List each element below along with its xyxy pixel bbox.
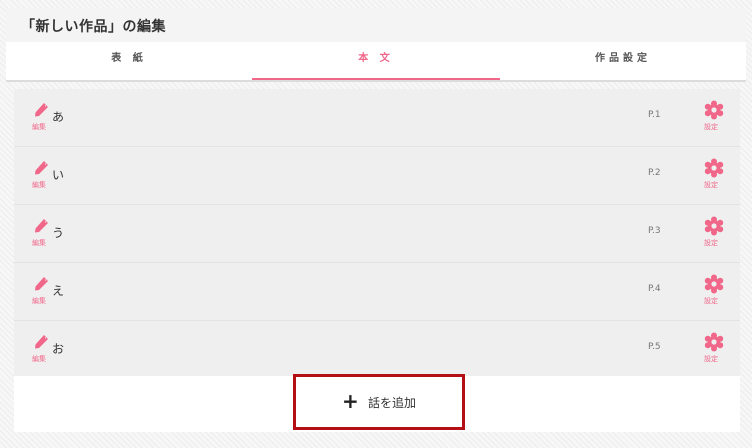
settings-label: 設定 xyxy=(704,123,718,131)
pencil-icon xyxy=(35,277,48,291)
gear-icon xyxy=(704,332,724,352)
page-title: 「新しい作品」の編集 xyxy=(21,19,166,35)
edit-button[interactable]: 編集 xyxy=(31,334,51,364)
gear-icon xyxy=(704,100,724,120)
settings-label: 設定 xyxy=(704,181,718,189)
episode-row: 編集 あ P.1 設定 xyxy=(14,89,740,147)
settings-button[interactable]: 設定 xyxy=(701,332,725,366)
episode-page-number: P.2 xyxy=(648,168,661,178)
episode-list: 編集 あ P.1 設定 編集 い P.2 設定 編集 う P.3 設定 編集 え… xyxy=(14,89,740,379)
settings-button[interactable]: 設定 xyxy=(701,216,725,250)
episode-row: 編集 お P.5 設定 xyxy=(14,321,740,379)
pencil-icon xyxy=(35,161,48,175)
gear-icon xyxy=(704,274,724,294)
settings-label: 設定 xyxy=(704,297,718,305)
add-episode-label: 話を追加 xyxy=(368,396,417,410)
add-episode-button[interactable]: + 話を追加 xyxy=(293,374,465,430)
settings-label: 設定 xyxy=(704,355,718,363)
episode-title[interactable]: う xyxy=(52,224,64,241)
episode-page-number: P.1 xyxy=(648,110,661,120)
tab-bar: 表 紙 本 文 作品設定 xyxy=(6,42,746,82)
episode-title[interactable]: お xyxy=(52,340,64,357)
pencil-icon xyxy=(35,335,48,349)
pencil-icon xyxy=(35,103,48,117)
episode-title[interactable]: い xyxy=(52,166,64,183)
edit-button[interactable]: 編集 xyxy=(31,276,51,306)
edit-button[interactable]: 編集 xyxy=(31,218,51,248)
episode-title[interactable]: あ xyxy=(52,108,64,125)
gear-icon xyxy=(704,158,724,178)
settings-button[interactable]: 設定 xyxy=(701,274,725,308)
settings-button[interactable]: 設定 xyxy=(701,158,725,192)
tab-body-text[interactable]: 本 文 xyxy=(252,42,500,80)
episode-row: 編集 う P.3 設定 xyxy=(14,205,740,263)
episode-page-number: P.5 xyxy=(648,342,661,352)
episode-row: 編集 え P.4 設定 xyxy=(14,263,740,321)
settings-label: 設定 xyxy=(704,239,718,247)
add-episode-area: + 話を追加 xyxy=(14,374,740,432)
settings-button[interactable]: 設定 xyxy=(701,100,725,134)
edit-button[interactable]: 編集 xyxy=(31,160,51,190)
episode-page-number: P.4 xyxy=(648,284,661,294)
edit-button[interactable]: 編集 xyxy=(31,102,51,132)
active-tab-indicator xyxy=(252,78,500,80)
episode-row: 編集 い P.2 設定 xyxy=(14,147,740,205)
pencil-icon xyxy=(35,219,48,233)
edit-label: 編集 xyxy=(32,181,46,189)
tab-work-settings[interactable]: 作品設定 xyxy=(500,42,746,80)
title-bar: 「新しい作品」の編集 xyxy=(6,8,746,42)
edit-label: 編集 xyxy=(32,355,46,363)
edit-label: 編集 xyxy=(32,297,46,305)
edit-label: 編集 xyxy=(32,239,46,247)
episode-page-number: P.3 xyxy=(648,226,661,236)
episode-title[interactable]: え xyxy=(52,282,64,299)
plus-icon: + xyxy=(342,389,359,413)
tab-cover[interactable]: 表 紙 xyxy=(6,42,252,80)
gear-icon xyxy=(704,216,724,236)
edit-label: 編集 xyxy=(32,123,46,131)
